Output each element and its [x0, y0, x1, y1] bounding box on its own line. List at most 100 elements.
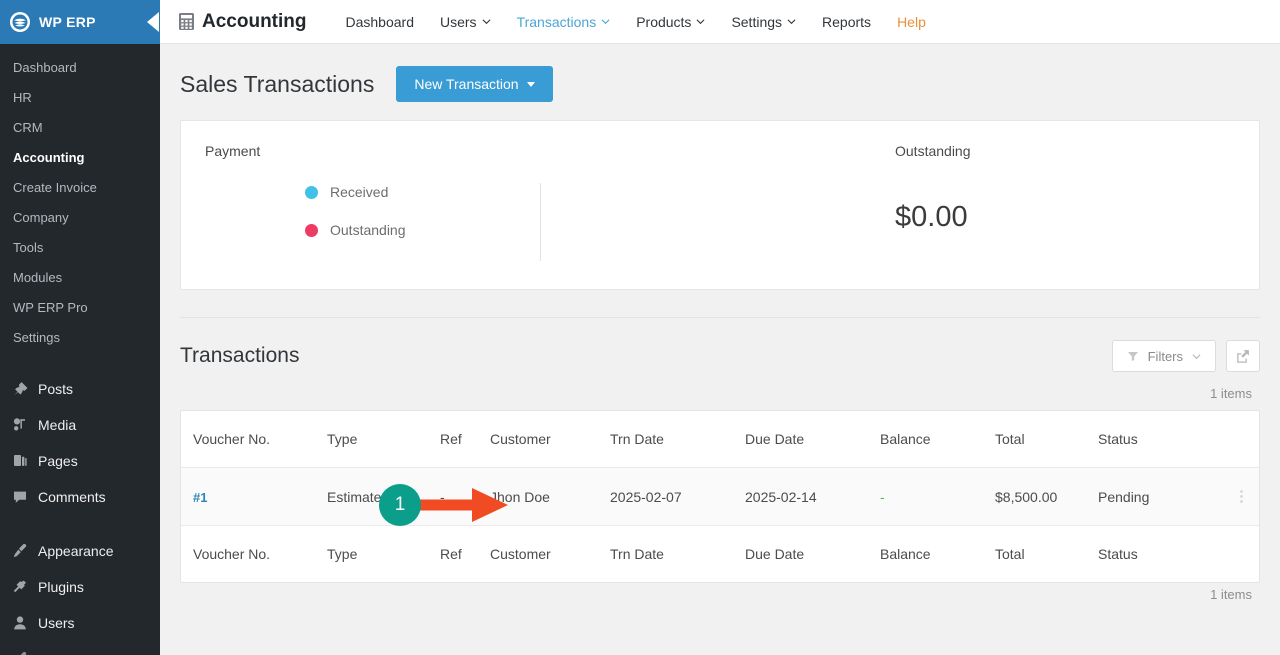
- column-footer-status: Status: [1098, 546, 1138, 562]
- collapse-left-icon[interactable]: [144, 0, 160, 44]
- column-footer-trn-date: Trn Date: [610, 546, 664, 562]
- cell-actions: [1212, 490, 1259, 503]
- items-count-bottom: 1 items: [1210, 587, 1252, 602]
- table-footer-row: Voucher No. Type Ref Customer Trn Date D…: [181, 525, 1259, 582]
- sidebar-item-users[interactable]: Users: [0, 605, 160, 641]
- cell-customer: Jhon Doe: [490, 488, 550, 505]
- payment-panel: Payment Received Outstanding: [205, 143, 720, 267]
- sidebar-item-company[interactable]: Company: [0, 203, 160, 233]
- nav-link-settings[interactable]: Settings: [718, 0, 809, 44]
- cell-total: $8,500.00: [995, 488, 1058, 505]
- items-count-top: 1 items: [1210, 386, 1252, 401]
- column-header-ref: Ref: [440, 431, 462, 447]
- nav-link-label: Reports: [822, 13, 872, 30]
- wp-erp-logo-row[interactable]: WP ERP: [0, 0, 160, 44]
- sidebar-item-partial[interactable]: [0, 641, 160, 655]
- new-transaction-button[interactable]: New Transaction: [396, 66, 553, 102]
- sidebar-item-label: Posts: [38, 381, 74, 397]
- sidebar-item-label: Appearance: [38, 543, 114, 559]
- cell-balance: -: [880, 488, 885, 505]
- plug-icon: [11, 578, 29, 596]
- page-content: Sales Transactions New Transaction Payme…: [160, 44, 1280, 611]
- cell-ref: -: [440, 488, 445, 505]
- sidebar-item-label: Accounting: [13, 150, 85, 165]
- sidebar-item-create-invoice[interactable]: Create Invoice: [0, 173, 160, 203]
- summary-divider: [540, 183, 541, 261]
- column-footer-ref: Ref: [440, 546, 462, 562]
- pin-icon: [11, 380, 29, 398]
- export-button[interactable]: [1226, 340, 1260, 372]
- nav-link-help[interactable]: Help: [884, 0, 939, 44]
- nav-link-dashboard[interactable]: Dashboard: [333, 0, 428, 44]
- sidebar-item-hr[interactable]: HR: [0, 83, 160, 113]
- table-tools: Filters: [1111, 340, 1260, 372]
- column-footer-due-date: Due Date: [745, 546, 805, 562]
- sidebar-item-pages[interactable]: Pages: [0, 443, 160, 479]
- sidebar-item-label: Company: [13, 210, 69, 225]
- wp-admin-sidebar: WP ERP Dashboard HR CRM Accounting Creat…: [0, 0, 160, 655]
- column-footer-customer: Customer: [490, 546, 551, 562]
- funnel-icon: [1127, 352, 1138, 361]
- kebab-menu-icon[interactable]: [1240, 490, 1243, 503]
- sidebar-item-appearance[interactable]: Appearance: [0, 533, 160, 569]
- media-icon: [11, 416, 29, 434]
- calculator-icon: [178, 12, 195, 31]
- sidebar-item-dashboard[interactable]: Dashboard: [0, 53, 160, 83]
- sidebar-item-settings[interactable]: Settings: [0, 323, 160, 353]
- sidebar-divider-1: [0, 353, 160, 371]
- payment-summary-card: Payment Received Outstanding Outstanding…: [180, 120, 1260, 290]
- screen: WP ERP Dashboard HR CRM Accounting Creat…: [0, 0, 1280, 655]
- payment-label: Payment: [205, 143, 261, 159]
- sidebar-item-plugins[interactable]: Plugins: [0, 569, 160, 605]
- outstanding-amount: $0.00: [895, 201, 968, 233]
- sidebar-item-label: Settings: [13, 330, 60, 345]
- nav-link-label: Transactions: [516, 13, 597, 30]
- tools-icon: [11, 650, 29, 655]
- nav-link-label: Products: [636, 13, 692, 30]
- sidebar-item-crm[interactable]: CRM: [0, 113, 160, 143]
- nav-link-users[interactable]: Users: [427, 0, 504, 44]
- filters-button[interactable]: Filters: [1111, 340, 1216, 372]
- chevron-down-icon: [601, 19, 610, 25]
- sidebar-item-modules[interactable]: Modules: [0, 263, 160, 293]
- cell-due-date: 2025-02-14: [745, 488, 817, 505]
- nav-link-reports[interactable]: Reports: [809, 0, 884, 44]
- nav-link-transactions[interactable]: Transactions: [504, 0, 624, 44]
- sidebar-item-label: Dashboard: [13, 60, 77, 75]
- column-header-trn-date: Trn Date: [610, 431, 664, 447]
- sidebar-item-accounting[interactable]: Accounting: [0, 143, 160, 173]
- sidebar-item-label: Comments: [38, 489, 106, 505]
- sidebar-item-comments[interactable]: Comments: [0, 479, 160, 515]
- sidebar-item-media[interactable]: Media: [0, 407, 160, 443]
- column-footer-balance: Balance: [880, 546, 931, 562]
- nav-link-label: Users: [440, 13, 477, 30]
- chevron-down-icon: [787, 19, 796, 25]
- column-header-balance: Balance: [880, 431, 931, 447]
- sidebar-item-wp-erp-pro[interactable]: WP ERP Pro: [0, 293, 160, 323]
- nav-link-products[interactable]: Products: [623, 0, 718, 44]
- sidebar-item-posts[interactable]: Posts: [0, 371, 160, 407]
- nav-link-label: Dashboard: [345, 13, 415, 30]
- navbar-brand: Accounting: [178, 11, 307, 33]
- sidebar-item-label: CRM: [13, 120, 43, 135]
- caret-down-icon: [526, 81, 535, 87]
- sidebar-item-label: Tools: [13, 240, 44, 255]
- filters-label: Filters: [1147, 348, 1183, 364]
- nav-link-label: Help: [897, 13, 926, 30]
- main-content: Accounting Dashboard Users Transactions …: [160, 0, 1280, 655]
- page-header: Sales Transactions New Transaction: [180, 44, 1260, 120]
- accounting-navbar: Accounting Dashboard Users Transactions …: [160, 0, 1280, 44]
- column-header-total: Total: [995, 431, 1025, 447]
- table-header-row: Voucher No. Type Ref Customer Trn Date D…: [181, 411, 1259, 468]
- column-header-type: Type: [327, 431, 358, 447]
- legend-dot-received: [305, 185, 318, 199]
- table-row[interactable]: #1 Estimate - Jhon Doe 2025-02-07 2025-0…: [181, 468, 1259, 525]
- new-transaction-label: New Transaction: [414, 76, 519, 92]
- chevron-down-icon: [482, 19, 491, 25]
- legend-item-outstanding: Outstanding: [305, 222, 720, 238]
- chevron-down-icon: [696, 19, 705, 25]
- cell-voucher-no: #1: [181, 489, 321, 505]
- user-icon: [11, 614, 29, 632]
- voucher-link[interactable]: #1: [193, 490, 207, 505]
- sidebar-item-tools[interactable]: Tools: [0, 233, 160, 263]
